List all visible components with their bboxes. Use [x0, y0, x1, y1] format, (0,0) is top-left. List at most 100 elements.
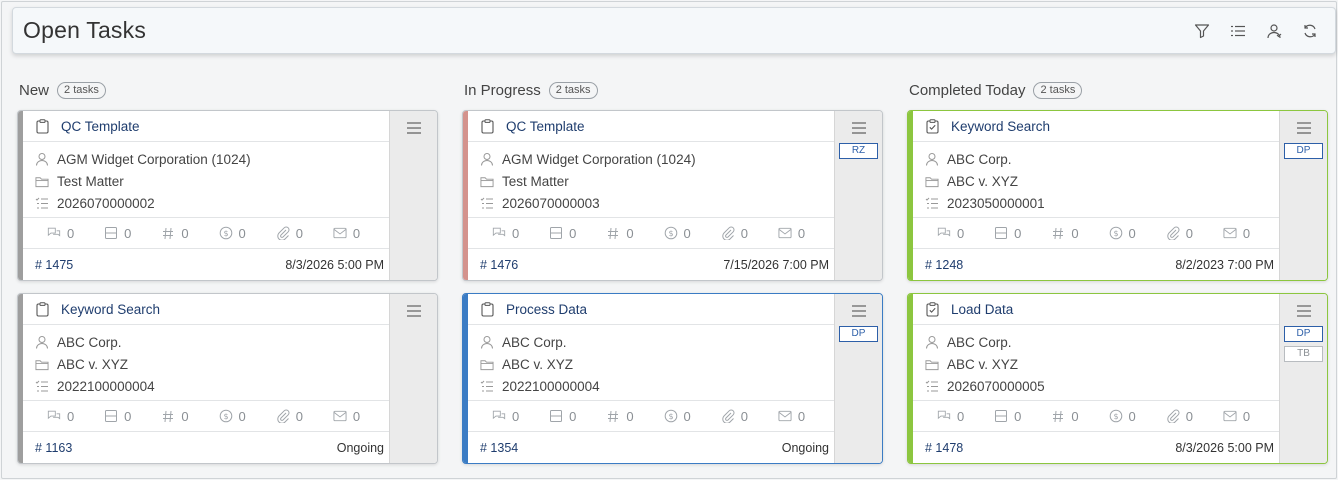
- hamburger-menu-icon[interactable]: [851, 304, 867, 318]
- task-number[interactable]: # 1248: [925, 258, 963, 272]
- list-icon[interactable]: [1229, 22, 1247, 40]
- task-card[interactable]: QC Template AGM Widget Corporation (1024)…: [462, 110, 883, 281]
- dollar-stat[interactable]: $0: [219, 226, 276, 241]
- paperclip-stat[interactable]: 0: [1166, 226, 1223, 241]
- hash-icon: [1051, 226, 1065, 240]
- document-stat[interactable]: 0: [994, 409, 1051, 424]
- mail-stat[interactable]: 0: [333, 226, 390, 241]
- document-icon: [994, 409, 1008, 423]
- dollar-icon: $: [1109, 226, 1123, 240]
- user-icon[interactable]: [1265, 22, 1283, 40]
- assignee-chip[interactable]: DP: [1284, 326, 1323, 342]
- stat-count: 0: [238, 225, 246, 241]
- assignee-chip[interactable]: TB: [1284, 346, 1323, 362]
- paperclip-stat[interactable]: 0: [276, 226, 333, 241]
- hamburger-menu-icon[interactable]: [1296, 304, 1312, 318]
- document-stat[interactable]: 0: [104, 409, 161, 424]
- dollar-stat[interactable]: $0: [664, 226, 721, 241]
- matter-name-row: ABC v. XYZ: [925, 353, 1280, 375]
- client-name: ABC Corp.: [947, 334, 1012, 350]
- paperclip-stat[interactable]: 0: [276, 409, 333, 424]
- stat-count: 0: [1128, 225, 1136, 241]
- task-card[interactable]: Keyword Search ABC Corp. ABC v. XYZ 2022100…: [17, 293, 438, 464]
- hamburger-menu-icon[interactable]: [1296, 121, 1312, 135]
- mail-icon: [778, 226, 792, 240]
- paperclip-icon: [721, 226, 735, 240]
- document-stat[interactable]: 0: [994, 226, 1051, 241]
- stat-count: 0: [740, 225, 748, 241]
- task-card[interactable]: QC Template AGM Widget Corporation (1024)…: [17, 110, 438, 281]
- stat-count: 0: [1242, 408, 1251, 424]
- task-number[interactable]: # 1354: [480, 441, 518, 455]
- task-card[interactable]: Process Data ABC Corp. ABC v. XYZ 202210000…: [462, 293, 883, 464]
- task-title-link[interactable]: Process Data: [506, 302, 587, 317]
- clipboard-icon: [35, 118, 49, 134]
- comments-icon: [47, 409, 61, 423]
- hash-stat[interactable]: 0: [1051, 409, 1108, 424]
- mail-stat[interactable]: 0: [1223, 226, 1280, 241]
- matter-name: Test Matter: [57, 173, 124, 189]
- dollar-stat[interactable]: $0: [1109, 409, 1166, 424]
- comments-stat[interactable]: 0: [492, 409, 549, 424]
- comments-stat[interactable]: 0: [47, 226, 104, 241]
- dollar-stat[interactable]: $0: [219, 409, 276, 424]
- hamburger-menu-icon[interactable]: [851, 121, 867, 135]
- card-info: AGM Widget Corporation (1024) Test Matter…: [468, 142, 835, 218]
- client-name-row: ABC Corp.: [480, 331, 835, 353]
- comments-stat[interactable]: 0: [937, 409, 994, 424]
- dollar-stat[interactable]: $0: [664, 409, 721, 424]
- task-card[interactable]: Keyword Search ABC Corp. ABC v. XYZ 2023050…: [907, 110, 1328, 281]
- card-side-panel: RZ: [834, 111, 882, 280]
- task-title-link[interactable]: QC Template: [61, 119, 140, 134]
- matter-name: ABC v. XYZ: [947, 356, 1019, 372]
- mail-stat[interactable]: 0: [333, 409, 390, 424]
- task-title-link[interactable]: Keyword Search: [951, 119, 1050, 134]
- card-footer: # 1248 8/2/2023 7:00 PM: [913, 249, 1280, 280]
- filter-icon[interactable]: [1193, 22, 1211, 40]
- stat-count: 0: [67, 225, 75, 241]
- mail-stat[interactable]: 0: [1223, 409, 1280, 424]
- document-stat[interactable]: 0: [549, 226, 606, 241]
- dollar-stat[interactable]: $0: [1109, 226, 1166, 241]
- document-stat[interactable]: 0: [104, 226, 161, 241]
- assignee-chip[interactable]: RZ: [839, 143, 878, 159]
- assignee-chip[interactable]: DP: [839, 326, 878, 342]
- hamburger-menu-icon[interactable]: [406, 121, 422, 135]
- hamburger-menu-icon[interactable]: [406, 304, 422, 318]
- assignee-chip[interactable]: DP: [1284, 143, 1323, 159]
- document-stat[interactable]: 0: [549, 409, 606, 424]
- mail-stat[interactable]: 0: [778, 226, 835, 241]
- hash-stat[interactable]: 0: [161, 409, 218, 424]
- hash-stat[interactable]: 0: [606, 409, 663, 424]
- task-title-link[interactable]: Keyword Search: [61, 302, 160, 317]
- comments-stat[interactable]: 0: [937, 226, 994, 241]
- task-number[interactable]: # 1475: [35, 258, 73, 272]
- hash-stat[interactable]: 0: [606, 226, 663, 241]
- paperclip-stat[interactable]: 0: [721, 409, 778, 424]
- mail-stat[interactable]: 0: [778, 409, 835, 424]
- task-title-link[interactable]: QC Template: [506, 119, 585, 134]
- task-number[interactable]: # 1478: [925, 441, 963, 455]
- hash-stat[interactable]: 0: [161, 226, 218, 241]
- svg-text:$: $: [223, 229, 228, 238]
- refresh-icon[interactable]: [1301, 22, 1319, 40]
- card-stats: 0 0 0 $0 0 0: [23, 218, 390, 249]
- task-card[interactable]: Load Data ABC Corp. ABC v. XYZ 202607000000…: [907, 293, 1328, 464]
- task-number[interactable]: # 1163: [35, 441, 72, 455]
- task-number[interactable]: # 1476: [480, 258, 518, 272]
- clipboard-icon: [480, 301, 494, 317]
- card-side-panel: [389, 111, 437, 280]
- comments-stat[interactable]: 0: [47, 409, 104, 424]
- paperclip-stat[interactable]: 0: [1166, 409, 1223, 424]
- comments-stat[interactable]: 0: [492, 226, 549, 241]
- mail-icon: [333, 226, 347, 240]
- checklist-icon: [35, 196, 49, 210]
- hash-stat[interactable]: 0: [1051, 226, 1108, 241]
- card-stats: 0 0 0 $0 0 0: [913, 218, 1280, 249]
- card-footer: # 1354 Ongoing: [468, 432, 835, 463]
- stat-count: 0: [626, 225, 634, 241]
- task-title-link[interactable]: Load Data: [951, 302, 1013, 317]
- hash-icon: [161, 226, 175, 240]
- stat-count: 0: [124, 408, 132, 424]
- paperclip-stat[interactable]: 0: [721, 226, 778, 241]
